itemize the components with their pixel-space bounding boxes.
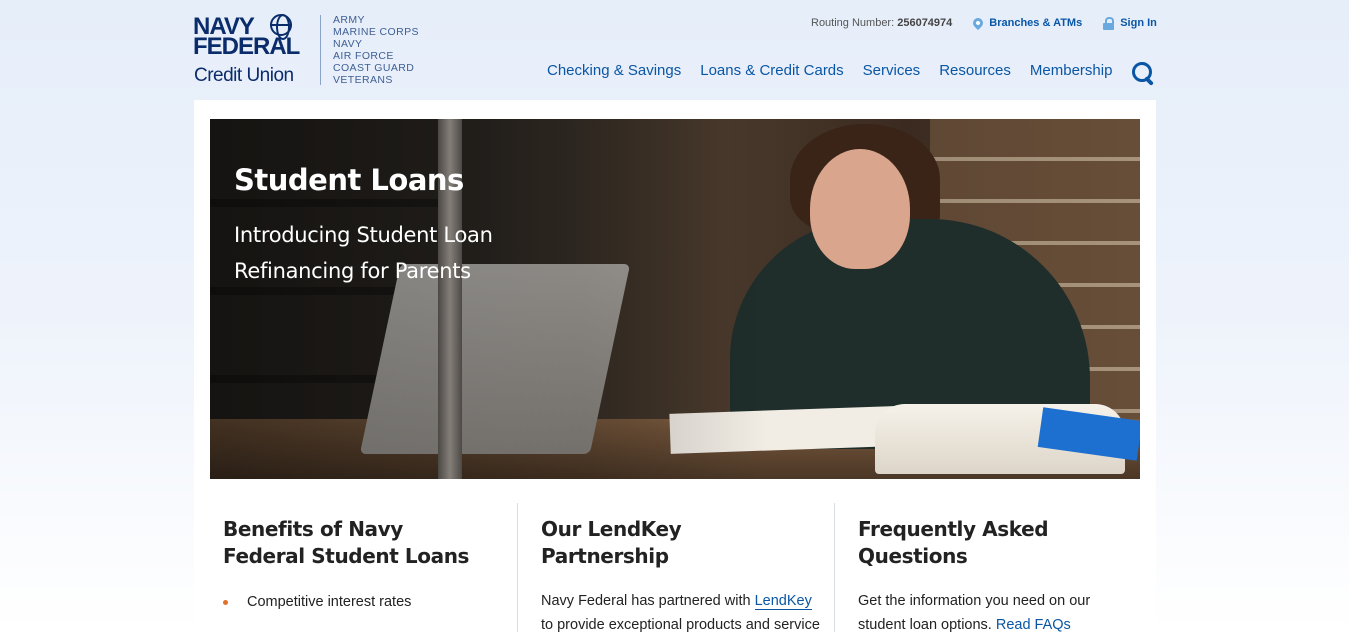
hero-banner: Student Loans Introducing Student Loan R… xyxy=(210,119,1140,479)
utility-bar: Routing Number: 256074974 Branches & ATM… xyxy=(811,14,1157,32)
nav-membership[interactable]: Membership xyxy=(1030,62,1113,79)
faq-column: Frequently Asked Questions Get the infor… xyxy=(834,503,1151,632)
benefits-title: Benefits of Navy Federal Student Loans xyxy=(223,517,470,568)
lendkey-text-after: to provide exceptional products and serv… xyxy=(541,617,820,632)
nav-checking-savings[interactable]: Checking & Savings xyxy=(547,62,681,79)
nav-services[interactable]: Services xyxy=(863,62,921,79)
lendkey-text-before: Navy Federal has partnered with xyxy=(541,593,755,609)
branch-item: MARINE CORPS xyxy=(333,26,419,38)
logo-credit-union-text: Credit Union xyxy=(194,65,294,86)
lendkey-link[interactable]: LendKey xyxy=(754,593,812,610)
faq-title: Frequently Asked Questions xyxy=(858,517,1049,568)
branch-item: COAST GUARD xyxy=(333,62,415,74)
benefits-list: Competitive interest rates xyxy=(223,590,511,614)
main-nav: Checking & Savings Loans & Credit Cards … xyxy=(547,62,1131,79)
routing-value: 256074974 xyxy=(897,17,953,29)
branch-item: ARMY xyxy=(333,14,365,26)
branches-atms-link[interactable]: Branches & ATMs xyxy=(971,15,1083,31)
search-icon[interactable] xyxy=(1132,62,1156,86)
read-faqs-link[interactable]: Read FAQs xyxy=(995,617,1071,632)
branches-atms-label: Branches & ATMs xyxy=(989,17,1083,29)
hero-title: Student Loans xyxy=(234,163,464,197)
routing-number: Routing Number: 256074974 xyxy=(811,17,952,29)
military-branches-list: ARMY MARINE CORPS NAVY AIR FORCE COAST G… xyxy=(333,14,419,86)
nav-loans-credit-cards[interactable]: Loans & Credit Cards xyxy=(700,62,843,79)
logo-federal-text: FEDERAL xyxy=(193,33,300,60)
main-content-card: Student Loans Introducing Student Loan R… xyxy=(194,100,1156,632)
branch-item: AIR FORCE xyxy=(333,50,394,62)
sign-in-label: Sign In xyxy=(1120,17,1157,29)
lendkey-title: Our LendKey Partnership xyxy=(541,517,682,568)
site-header: NAVY FEDERAL Credit Union ARMY MARINE CO… xyxy=(0,0,1349,100)
lendkey-column: Our LendKey Partnership Navy Federal has… xyxy=(517,503,834,632)
routing-label: Routing Number: xyxy=(811,17,895,29)
location-pin-icon xyxy=(971,15,986,31)
sign-in-link[interactable]: Sign In xyxy=(1103,16,1157,30)
branch-item: VETERANS xyxy=(333,74,393,86)
lendkey-text: Navy Federal has partnered with LendKey … xyxy=(541,589,821,632)
branch-item: NAVY xyxy=(333,38,363,50)
benefit-text: Competitive interest rates xyxy=(247,594,412,610)
lock-icon xyxy=(1103,16,1115,30)
logo-divider xyxy=(320,15,321,85)
benefits-column: Benefits of Navy Federal Student Loans C… xyxy=(194,503,511,632)
benefit-item: Competitive interest rates xyxy=(223,590,511,614)
bullet-icon xyxy=(223,600,228,605)
faq-text: Get the information you need on our stud… xyxy=(858,589,1138,632)
nav-resources[interactable]: Resources xyxy=(939,62,1011,79)
hero-subtitle: Introducing Student Loan Refinancing for… xyxy=(234,223,493,283)
navy-federal-logo[interactable]: NAVY FEDERAL Credit Union ARMY MARINE CO… xyxy=(193,13,423,88)
